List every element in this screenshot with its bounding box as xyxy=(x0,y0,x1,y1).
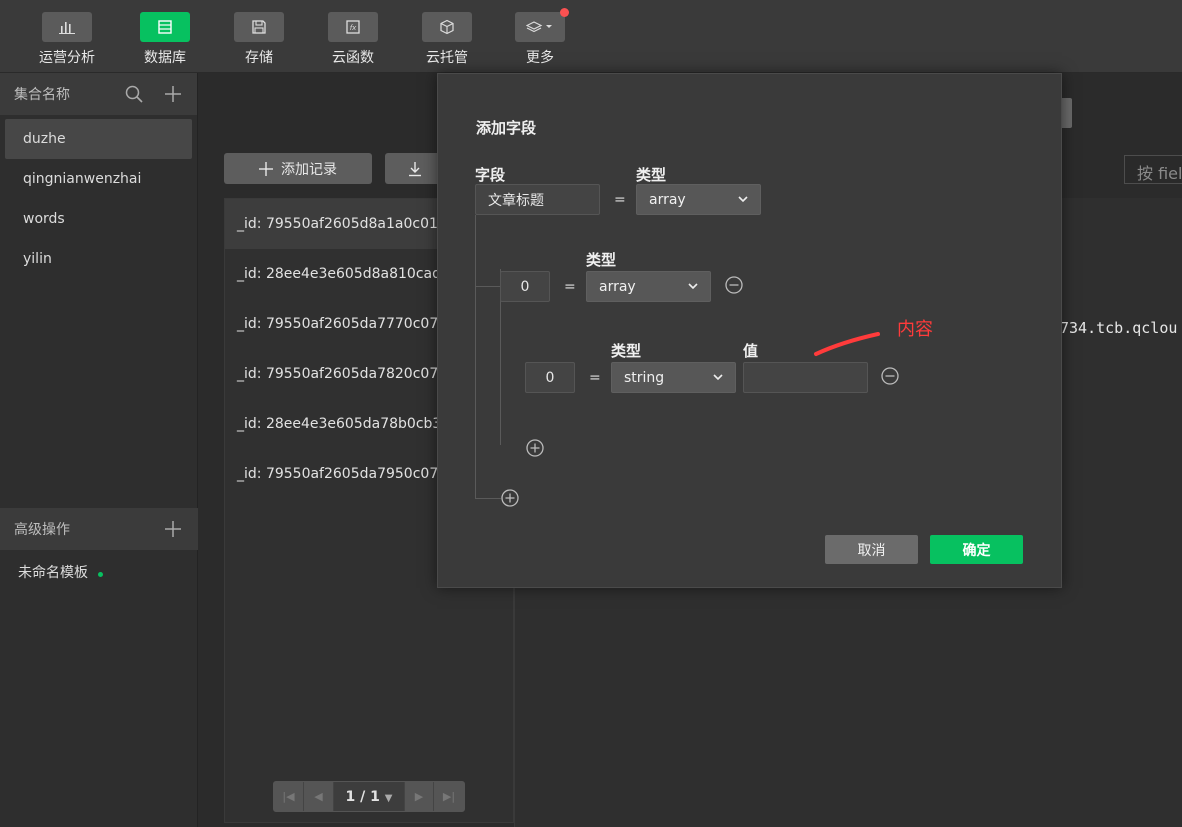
page-text: 1 / 1 xyxy=(345,788,380,805)
advanced-header-label: 高级操作 xyxy=(14,522,70,538)
top-toolbar: 运营分析 数据库 存储 fx 云函数 云托管 更多 xyxy=(0,0,1182,73)
save-icon xyxy=(234,12,284,42)
advanced-header: 高级操作 xyxy=(0,508,198,550)
advanced-section: 高级操作 未命名模板 xyxy=(0,508,198,593)
cube-icon xyxy=(422,12,472,42)
dialog-title: 添加字段 xyxy=(476,119,537,137)
annotation-stroke xyxy=(814,332,880,356)
remove-level1-icon[interactable] xyxy=(725,276,743,294)
type-label: 类型 xyxy=(636,166,667,184)
field-type-select[interactable]: array xyxy=(636,184,761,215)
equals-sign: = xyxy=(564,279,576,295)
collection-item-words[interactable]: words xyxy=(5,199,192,239)
level2-index-input[interactable]: 0 xyxy=(525,362,575,393)
toolbar-label: 数据库 xyxy=(144,50,186,66)
level1-type-select[interactable]: array xyxy=(586,271,711,302)
add-level1-item-icon[interactable] xyxy=(501,489,519,507)
prev-page-button[interactable]: ◀ xyxy=(304,782,334,811)
equals-sign: = xyxy=(589,370,601,386)
next-page-button[interactable]: ▶ xyxy=(404,782,434,811)
collection-item-yilin[interactable]: yilin xyxy=(5,239,192,279)
detail-text: 734.tcb.qclou xyxy=(1060,319,1178,337)
toolbar-label: 存储 xyxy=(245,50,273,66)
level1-index-input[interactable]: 0 xyxy=(500,271,550,302)
field-type-value: array xyxy=(649,191,686,208)
add-level2-item-icon[interactable] xyxy=(526,439,544,457)
level2-type-label: 类型 xyxy=(611,342,642,360)
plus-icon xyxy=(259,161,273,176)
notification-dot xyxy=(560,8,569,17)
add-record-label: 添加记录 xyxy=(281,161,337,178)
level2-type-select[interactable]: string xyxy=(611,362,736,393)
toolbar-label: 更多 xyxy=(526,50,554,66)
confirm-button[interactable]: 确定 xyxy=(930,535,1023,564)
pagination: |◀ ◀ 1 / 1 ▼ ▶ ▶| xyxy=(273,781,465,812)
chevron-down-icon xyxy=(688,283,698,290)
database-icon xyxy=(140,12,190,42)
page-indicator[interactable]: 1 / 1 ▼ xyxy=(334,789,404,805)
template-item-label: 未命名模板 xyxy=(18,565,88,581)
layers-icon xyxy=(515,8,569,42)
toolbar-item-database[interactable]: 数据库 xyxy=(129,12,201,67)
add-record-button[interactable]: 添加记录 xyxy=(224,153,372,184)
field-label: 字段 xyxy=(475,166,506,184)
status-dot xyxy=(98,571,103,577)
collection-item-qingnianwenzhai[interactable]: qingnianwenzhai xyxy=(5,159,192,199)
toolbar-item-analytics[interactable]: 运营分析 xyxy=(31,12,103,67)
collections-header: 集合名称 xyxy=(0,73,197,115)
tree-line xyxy=(475,215,476,499)
level2-value-label: 值 xyxy=(743,342,759,360)
field-name-input[interactable]: 文章标题 xyxy=(475,184,600,215)
annotation-text: 内容 xyxy=(897,319,933,340)
level1-type-label: 类型 xyxy=(586,251,617,269)
level2-value-input[interactable] xyxy=(743,362,868,393)
cancel-button[interactable]: 取消 xyxy=(825,535,918,564)
chevron-down-icon xyxy=(713,374,723,381)
tree-line xyxy=(475,286,501,287)
add-template-icon[interactable] xyxy=(163,519,183,543)
last-page-button[interactable]: ▶| xyxy=(434,782,464,811)
filter-input[interactable]: 按 field xyxy=(1124,155,1182,184)
level2-type-value: string xyxy=(624,369,665,386)
toolbar-item-cloud-hosting[interactable]: 云托管 xyxy=(411,12,483,67)
download-icon xyxy=(409,161,421,176)
template-item[interactable]: 未命名模板 xyxy=(0,553,198,593)
first-page-button[interactable]: |◀ xyxy=(274,782,304,811)
toolbar-item-storage[interactable]: 存储 xyxy=(223,12,295,67)
chevron-down-icon: ▼ xyxy=(384,792,393,804)
toolbar-item-cloud-function[interactable]: fx 云函数 xyxy=(317,12,389,67)
chevron-down-icon xyxy=(738,196,748,203)
toolbar-label: 云函数 xyxy=(332,50,374,66)
add-collection-icon[interactable] xyxy=(163,84,183,108)
add-field-dialog: 添加字段 字段 类型 文章标题 = array 类型 0 = array 类型 … xyxy=(437,73,1062,588)
svg-text:fx: fx xyxy=(350,24,357,32)
equals-sign: = xyxy=(614,192,626,208)
toolbar-label: 云托管 xyxy=(426,50,468,66)
level1-type-value: array xyxy=(599,278,636,295)
toolbar-item-more[interactable]: 更多 xyxy=(504,8,576,67)
import-button[interactable] xyxy=(385,153,445,184)
collection-item-duzhe[interactable]: duzhe xyxy=(5,119,192,159)
chart-icon xyxy=(42,12,92,42)
remove-level2-icon[interactable] xyxy=(881,367,899,385)
tree-line xyxy=(475,498,501,499)
toolbar-label: 运营分析 xyxy=(39,50,95,66)
search-icon[interactable] xyxy=(124,84,144,108)
collections-sidebar: 集合名称 duzhe qingnianwenzhai words yilin 高… xyxy=(0,73,198,827)
collections-header-label: 集合名称 xyxy=(14,87,70,103)
function-icon: fx xyxy=(328,12,378,42)
